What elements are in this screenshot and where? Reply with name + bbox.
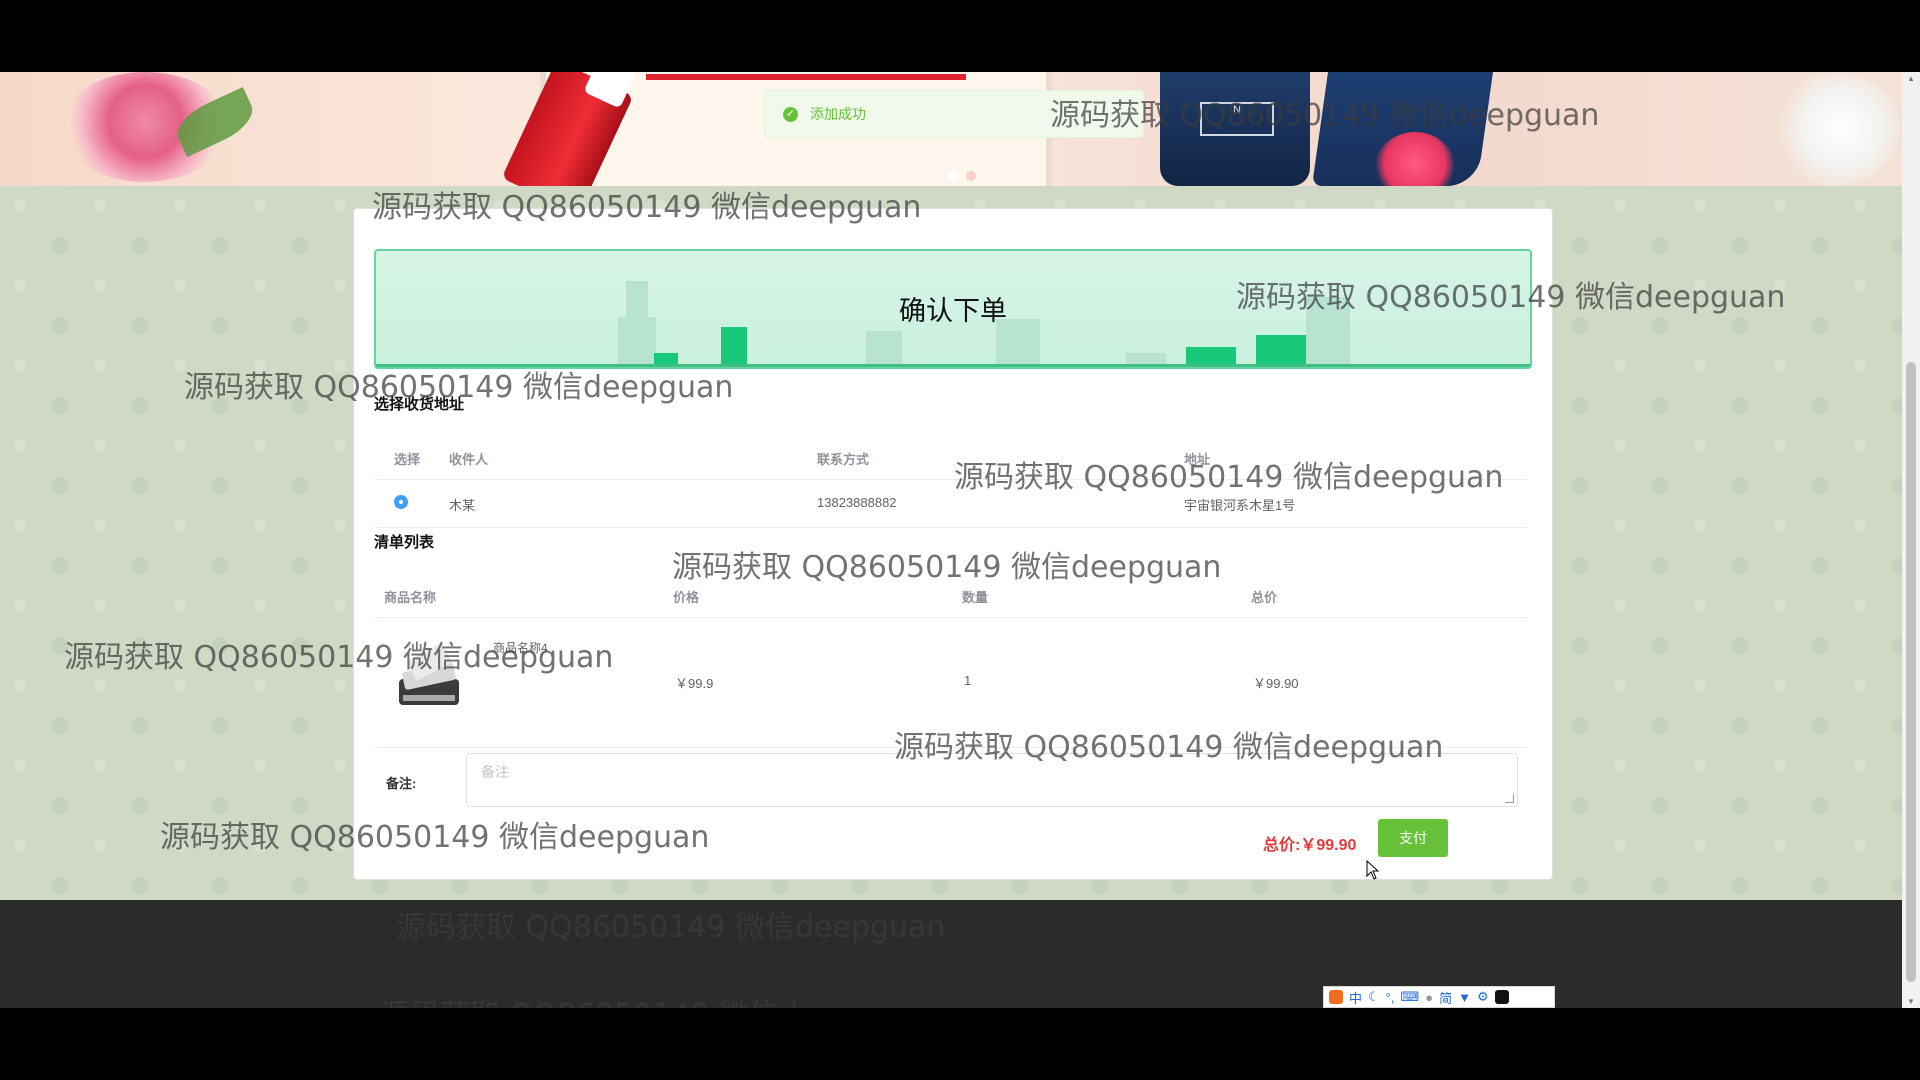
confirm-order-header: 确认下单 — [374, 249, 1532, 369]
receiver-name: 木某 — [449, 498, 476, 513]
header-contact: 联系方式 — [817, 452, 870, 467]
vertical-scrollbar[interactable]: ▲ ▼ — [1902, 72, 1920, 1008]
page-title: 确认下单 — [899, 296, 1007, 326]
product-name: 商品名称4 — [493, 641, 548, 655]
user-icon[interactable]: ● — [1425, 990, 1433, 1005]
browser-viewport: N ✓ 添加成功 确认下单 选择收货地址 选择 收件人 联系方式 地址 木某 1… — [0, 72, 1920, 1008]
white-rose-image — [1770, 72, 1900, 186]
ime-chinese-mode[interactable]: 中 — [1349, 988, 1362, 1007]
scroll-down-icon[interactable]: ▼ — [1907, 997, 1915, 1006]
mouse-cursor-icon — [1366, 860, 1380, 880]
pay-button[interactable]: 支付 — [1378, 819, 1448, 857]
success-toast: ✓ 添加成功 — [764, 90, 1144, 138]
punctuation-icon[interactable]: °, — [1386, 990, 1395, 1005]
address-section-title: 选择收货地址 — [374, 396, 465, 413]
header-product-name: 商品名称 — [384, 590, 437, 605]
items-table-header: 商品名称 价格 数量 总价 — [374, 571, 1528, 618]
ime-simplified-mode[interactable]: 简 — [1439, 988, 1452, 1007]
header-total: 总价 — [1251, 590, 1278, 605]
order-card: 确认下单 选择收货地址 选择 收件人 联系方式 地址 木某 1382388888… — [353, 208, 1553, 880]
remark-placeholder: 备注 — [481, 764, 509, 780]
receiver-address: 宇宙银河系木星1号 — [1184, 498, 1296, 513]
total-label: 总价:￥99.90 — [1263, 831, 1356, 855]
address-radio[interactable] — [394, 495, 408, 509]
carousel-indicators[interactable] — [948, 168, 984, 186]
keyboard-icon[interactable]: ⌨ — [1400, 989, 1419, 1005]
gear-icon[interactable]: ⚙ — [1477, 989, 1489, 1005]
address-row[interactable]: 木某 13823888882 宇宙银河系木星1号 — [374, 479, 1528, 528]
header-quantity: 数量 — [962, 590, 989, 605]
header-price: 价格 — [673, 590, 700, 605]
remark-label: 备注: — [386, 776, 417, 791]
carousel-dot[interactable] — [948, 171, 958, 181]
ime-logo-icon[interactable] — [1329, 990, 1343, 1004]
product-total: ￥99.90 — [1253, 676, 1299, 691]
check-circle-icon: ✓ — [783, 106, 798, 122]
shirt-icon[interactable]: ▼ — [1458, 990, 1471, 1005]
items-section-title: 清单列表 — [374, 534, 435, 551]
resize-grip-icon[interactable] — [1505, 794, 1514, 803]
item-row: 商品名称4 ￥99.9 1 ￥99.90 — [374, 617, 1528, 748]
page-footer — [0, 900, 1902, 1008]
tiktok-icon[interactable] — [1494, 990, 1509, 1004]
header-select: 选择 — [394, 452, 421, 467]
total-label-text: 总价: — [1263, 837, 1301, 854]
scanner-product-image — [399, 643, 459, 705]
moon-icon[interactable]: ☾ — [1368, 989, 1380, 1005]
carousel-dot[interactable] — [966, 171, 976, 181]
blue-jar-product-image: N — [1160, 72, 1310, 186]
scroll-up-icon[interactable]: ▲ — [1907, 74, 1915, 83]
total-value: ￥99.90 — [1300, 837, 1357, 854]
product-quantity: 1 — [964, 673, 972, 688]
receiver-contact: 13823888882 — [817, 495, 897, 510]
product-price: ￥99.9 — [675, 676, 714, 691]
header-address: 地址 — [1184, 452, 1211, 467]
toast-message: 添加成功 — [810, 106, 866, 122]
header-receiver: 收件人 — [449, 452, 489, 467]
scrollbar-thumb[interactable] — [1906, 362, 1916, 982]
address-table-header: 选择 收件人 联系方式 地址 — [374, 433, 1528, 480]
remark-textarea[interactable]: 备注 — [466, 753, 1518, 807]
ime-toolbar[interactable]: 中 ☾ °, ⌨ ● 简 ▼ ⚙ — [1323, 986, 1555, 1008]
